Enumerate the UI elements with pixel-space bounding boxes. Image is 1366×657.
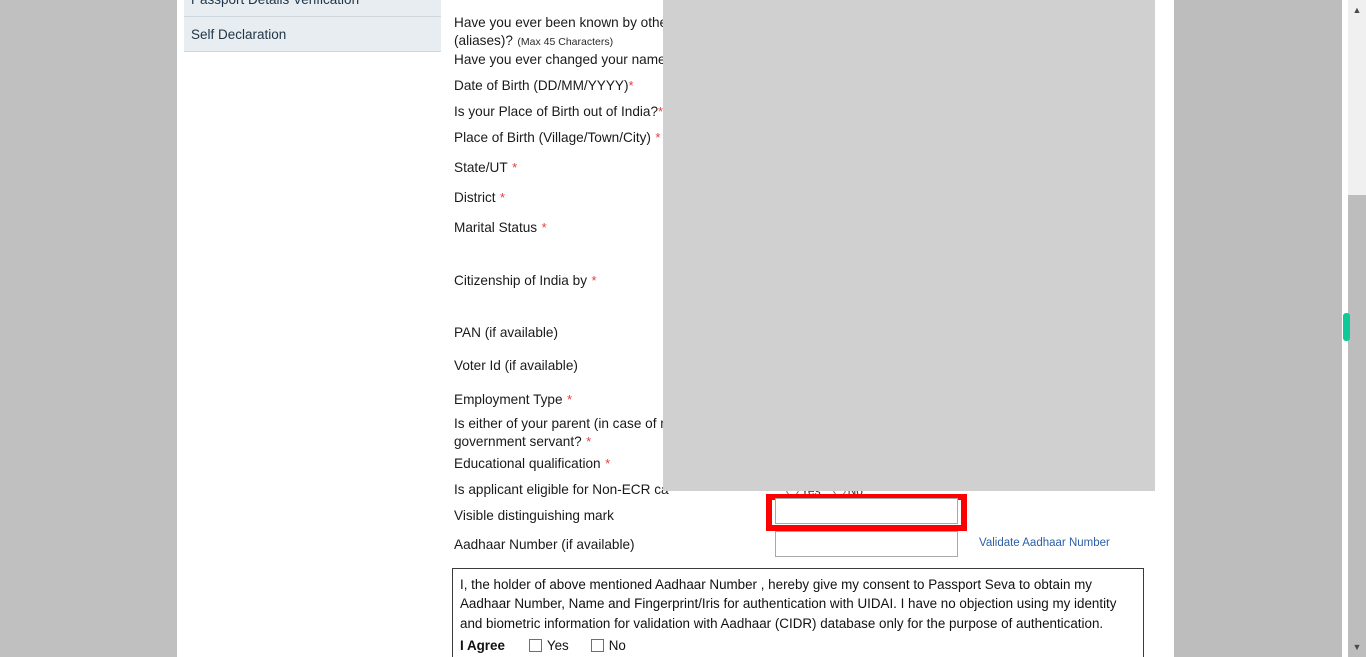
field-label: Is either of your parent (in case of m [454,416,672,431]
agree-no-label: No [608,638,626,654]
field-label: Marital Status [454,220,538,235]
field-row-employment-type: Employment Type * [454,391,572,409]
outer-scrollbar-thumb[interactable] [1348,195,1366,657]
scroll-position-marker [1343,313,1350,341]
field-row-aliases: Have you ever been known by other (alias… [454,14,672,50]
field-label: Educational qualification [454,456,601,471]
agree-no-checkbox[interactable] [590,639,604,653]
field-label: Place of Birth (Village/Town/City) [454,130,651,145]
page-gutter-left [0,0,177,657]
sidebar-nav: Passport Details Verification Self Decla… [184,0,441,52]
field-label: Employment Type [454,392,563,407]
required-marker: * [512,160,518,175]
field-label: Voter Id (if available) [454,358,578,373]
field-label: District [454,190,496,205]
field-label: Citizenship of India by [454,273,587,288]
masked-region-overlay [663,0,1155,491]
required-marker: * [500,190,506,205]
field-label: Have you ever changed your name? [454,52,674,67]
required-marker: * [591,273,597,288]
field-label-line2: government servant? [454,434,582,449]
field-label-line2: (aliases)? [454,33,513,48]
field-row-pob-out-of-india: Is your Place of Birth out of India?* [454,103,663,121]
required-marker: * [655,130,661,145]
field-label: State/UT [454,160,508,175]
field-row-place-of-birth: Place of Birth (Village/Town/City) * [454,129,660,147]
required-marker: * [628,78,634,93]
field-label: Have you ever been known by other [454,15,672,30]
scroll-up-arrow-icon[interactable]: ▲ [1348,1,1366,19]
field-label: Is applicant eligible for Non-ECR ca [454,482,669,497]
field-label: Date of Birth (DD/MM/YYYY) [454,78,629,93]
field-row-pan: PAN (if available) [454,324,558,342]
required-marker: * [586,434,592,449]
field-row-state-ut: State/UT * [454,159,517,177]
field-row-marital-status: Marital Status * [454,219,547,237]
aadhaar-consent-box: I, the holder of above mentioned Aadhaar… [452,568,1144,657]
required-marker: * [541,220,547,235]
sidebar-item-self-declaration[interactable]: Self Declaration [184,17,441,52]
required-marker: * [567,392,573,407]
field-row-citizenship: Citizenship of India by * [454,272,597,290]
field-label: Aadhaar Number (if available) [454,537,635,552]
consent-text: I, the holder of above mentioned Aadhaar… [460,577,1117,631]
sidebar-item-label: Passport Details Verification [191,0,359,7]
field-row-parent-govt-servant: Is either of your parent (in case of m g… [454,415,672,451]
field-row-date-of-birth: Date of Birth (DD/MM/YYYY)* [454,77,634,95]
field-row-district: District * [454,189,505,207]
field-row-educational-qualification: Educational qualification * [454,455,610,473]
field-row-voter-id: Voter Id (if available) [454,357,578,375]
sidebar-item-label: Self Declaration [191,27,287,42]
agree-label: I Agree [460,638,505,654]
field-row-aadhaar-number: Aadhaar Number (if available) [454,536,635,554]
sidebar-item-passport-details-verification[interactable]: Passport Details Verification [184,0,441,17]
aadhaar-number-input[interactable] [775,531,958,557]
field-hint: (Max 45 Characters) [517,36,614,48]
scroll-down-arrow-icon[interactable]: ▼ [1348,638,1366,656]
field-label: PAN (if available) [454,325,559,340]
agree-row: I Agree Yes No [460,638,1136,653]
field-row-changed-name: Have you ever changed your name? [454,51,673,69]
inner-scrollbar-track[interactable] [1174,0,1342,657]
validate-aadhaar-number-link[interactable]: Validate Aadhaar Number [979,537,1110,549]
field-label: Visible distinguishing mark [454,508,614,523]
field-label: Is your Place of Birth out of India? [454,104,659,119]
app-root: Passport Details Verification Self Decla… [0,0,1366,657]
agree-yes-label: Yes [546,638,569,654]
visible-distinguishing-mark-input[interactable] [775,498,958,524]
agree-yes-checkbox[interactable] [528,639,542,653]
field-row-visible-distinguishing-mark: Visible distinguishing mark [454,507,614,525]
required-marker: * [605,456,611,471]
field-row-non-ecr-category: Is applicant eligible for Non-ECR ca [454,481,669,499]
